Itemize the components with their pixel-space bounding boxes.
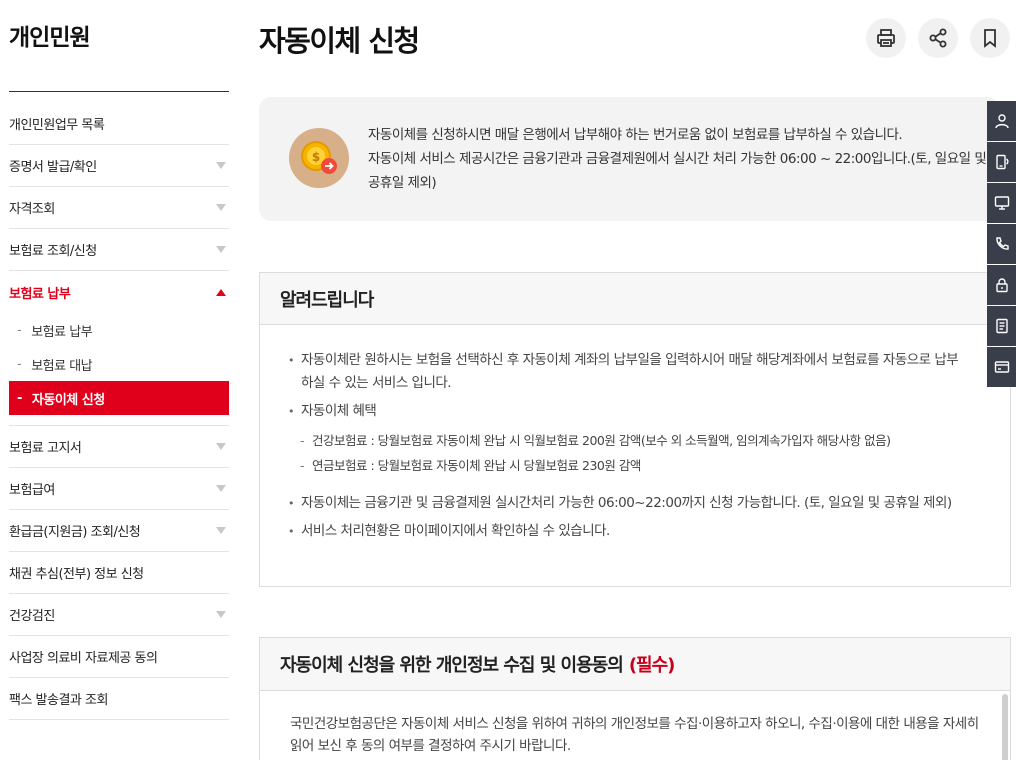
consent-text: 국민건강보험공단은 자동이체 서비스 신청을 위하여 귀하의 개인정보를 수집·… xyxy=(290,716,979,754)
sidebar-item-fax-result[interactable]: 팩스 발송결과 조회 xyxy=(9,678,229,720)
quick-card-button[interactable] xyxy=(987,347,1016,387)
list-item: 서비스 처리현황은 마이페이지에서 확인하실 수 있습니다. xyxy=(288,520,970,543)
sidebar-item-notice-bill[interactable]: 보험료 고지서 xyxy=(9,426,229,468)
submenu-item-label: 보험료 납부 xyxy=(31,324,93,340)
notice-panel: 알려드립니다 자동이체란 원하시는 보험을 선택하신 후 자동이체 계좌의 납부… xyxy=(259,272,1011,587)
consent-panel: 자동이체 신청을 위한 개인정보 수집 및 이용동의 (필수) 국민건강보험공단… xyxy=(259,637,1011,760)
sidebar-item-label: 개인민원업무 목록 xyxy=(9,118,105,133)
sublist-text: 건강보험료 : 당월보험료 자동이체 완납 시 익월보험료 200원 감액(보수… xyxy=(312,433,891,448)
quick-menu xyxy=(987,101,1016,388)
user-icon xyxy=(994,114,1009,129)
sidebar-item-label: 건강검진 xyxy=(9,609,55,624)
quick-document-button[interactable] xyxy=(987,306,1016,346)
chevron-down-icon xyxy=(216,443,226,450)
chevron-down-icon xyxy=(216,162,226,169)
sidebar-item-health-checkup[interactable]: 건강검진 xyxy=(9,594,229,636)
sidebar-submenu: - 보험료 납부 - 보험료 대납 - 자동이체 신청 xyxy=(9,313,229,426)
sidebar-item-label: 보험료 고지서 xyxy=(9,441,82,456)
sidebar-item-debt-collection[interactable]: 채권 추심(전부) 정보 신청 xyxy=(9,552,229,594)
mobile-certificate-icon xyxy=(995,154,1008,170)
sidebar-item-label: 채권 추심(전부) 정보 신청 xyxy=(9,567,144,582)
sidebar-item-label: 보험급여 xyxy=(9,483,55,498)
sidebar-item-civil-list[interactable]: 개인민원업무 목록 xyxy=(9,103,229,145)
quick-remote-support-button[interactable] xyxy=(987,183,1016,223)
submenu-dash: - xyxy=(17,356,22,372)
quick-certificate-button[interactable] xyxy=(987,265,1016,305)
sublist-text: 연금보험료 : 당월보험료 자동이체 완납 시 당월보험료 230원 감액 xyxy=(312,458,641,473)
notice-body: 자동이체란 원하시는 보험을 선택하신 후 자동이체 계좌의 납부일을 입력하시… xyxy=(260,325,1010,543)
sidebar-title: 개인민원 xyxy=(9,25,91,51)
list-item: 자동이체는 금융기관 및 금융결제원 실시간처리 가능한 06:00~22:00… xyxy=(288,492,970,515)
page-title: 자동이체 신청 xyxy=(259,24,420,58)
sidebar-item-label: 보험료 납부 xyxy=(9,286,71,302)
benefit-sublist: - 건강보험료 : 당월보험료 자동이체 완납 시 익월보험료 200원 감액(… xyxy=(288,428,970,478)
quick-call-button[interactable] xyxy=(987,224,1016,264)
monitor-icon xyxy=(994,196,1009,210)
list-item: 자동이체 혜택 xyxy=(288,400,970,423)
phone-icon xyxy=(995,237,1009,250)
lock-icon xyxy=(995,278,1008,293)
sublist-item: - 건강보험료 : 당월보험료 자동이체 완납 시 익월보험료 200원 감액(… xyxy=(288,428,970,453)
sidebar-item-premium-inquiry[interactable]: 보험료 조회/신청 xyxy=(9,229,229,271)
submenu-item-label: 보험료 대납 xyxy=(31,358,93,374)
bookmark-button[interactable] xyxy=(970,18,1010,58)
submenu-dash: - xyxy=(17,390,22,406)
sidebar-item-benefits[interactable]: 보험급여 xyxy=(9,468,229,510)
consent-title: 자동이체 신청을 위한 개인정보 수집 및 이용동의 xyxy=(280,655,624,676)
submenu-item-auto-transfer[interactable]: - 자동이체 신청 xyxy=(9,381,229,415)
sidebar-item-refund[interactable]: 환급금(지원금) 조회/신청 xyxy=(9,510,229,552)
sidebar-item-label: 자격조회 xyxy=(9,202,55,217)
submenu-item-payment[interactable]: - 보험료 납부 xyxy=(9,313,229,347)
list-item: 자동이체란 원하시는 보험을 선택하신 후 자동이체 계좌의 납부일을 입력하시… xyxy=(288,349,970,395)
scrollbar[interactable] xyxy=(1002,694,1008,760)
chevron-down-icon xyxy=(216,246,226,253)
sidebar-item-label: 보험료 조회/신청 xyxy=(9,244,97,259)
sidebar-item-label: 증명서 발급/확인 xyxy=(9,160,97,175)
intro-box: $ 자동이체를 신청하시면 매달 은행에서 납부해야 하는 번거로움 없이 보험… xyxy=(259,97,999,221)
chevron-down-icon xyxy=(216,611,226,618)
sidebar-item-eligibility[interactable]: 자격조회 xyxy=(9,187,229,229)
sidebar-item-label: 사업장 의료비 자료제공 동의 xyxy=(9,651,158,666)
chevron-down-icon xyxy=(216,527,226,534)
card-icon xyxy=(994,361,1009,373)
sublist-dash: - xyxy=(300,458,305,473)
submenu-item-label: 자동이체 신청 xyxy=(31,392,105,408)
share-button[interactable] xyxy=(918,18,958,58)
sidebar-item-certificate[interactable]: 증명서 발급/확인 xyxy=(9,145,229,187)
chevron-up-icon xyxy=(216,288,226,296)
svg-text:$: $ xyxy=(312,150,320,164)
sublist-dash: - xyxy=(300,433,305,448)
sidebar-item-label: 환급금(지원금) 조회/신청 xyxy=(9,525,141,540)
submenu-dash: - xyxy=(17,322,22,338)
intro-text: 자동이체를 신청하시면 매달 은행에서 납부해야 하는 번거로움 없이 보험료를… xyxy=(368,123,988,195)
sidebar-item-medical-consent[interactable]: 사업장 의료비 자료제공 동의 xyxy=(9,636,229,678)
document-icon xyxy=(995,318,1008,334)
bookmark-icon xyxy=(984,29,996,48)
page-tools xyxy=(866,18,1010,58)
chevron-down-icon xyxy=(216,485,226,492)
intro-line: 자동이체를 신청하시면 매달 은행에서 납부해야 하는 번거로움 없이 보험료를… xyxy=(368,127,903,143)
quick-my-page-button[interactable] xyxy=(987,101,1016,141)
notice-title: 알려드립니다 xyxy=(260,273,1010,325)
share-icon xyxy=(929,28,947,48)
sidebar-menu: 개인민원업무 목록 증명서 발급/확인 자격조회 보험료 조회/신청 보험료 납… xyxy=(9,103,229,720)
sublist-item: - 연금보험료 : 당월보험료 자동이체 완납 시 당월보험료 230원 감액 xyxy=(288,453,970,478)
quick-mobile-certificate-button[interactable] xyxy=(987,142,1016,182)
coin-transfer-icon: $ xyxy=(289,128,349,188)
consent-title-row: 자동이체 신청을 위한 개인정보 수집 및 이용동의 (필수) xyxy=(260,638,1010,691)
print-icon xyxy=(877,29,895,47)
chevron-down-icon xyxy=(216,204,226,211)
sidebar-divider xyxy=(9,91,229,92)
sidebar-item-premium-payment[interactable]: 보험료 납부 xyxy=(9,271,229,313)
intro-line: 자동이체 서비스 제공시간은 금융기관과 금융결제원에서 실시간 처리 가능한 … xyxy=(368,151,987,191)
sidebar-item-label: 팩스 발송결과 조회 xyxy=(9,693,108,708)
submenu-item-proxy-payment[interactable]: - 보험료 대납 xyxy=(9,347,229,381)
required-badge: (필수) xyxy=(628,655,676,676)
print-button[interactable] xyxy=(866,18,906,58)
